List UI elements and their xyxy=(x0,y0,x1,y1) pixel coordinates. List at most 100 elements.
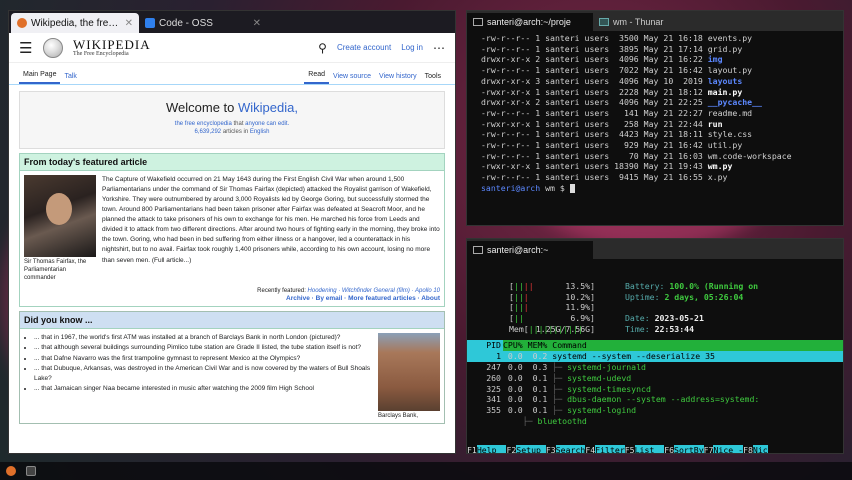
ls-line: drwxr-xr-x 2 santeri users 4096 May 21 1… xyxy=(481,54,829,65)
pid-column-header[interactable]: PID xyxy=(467,340,503,352)
menu-icon[interactable]: ☰ xyxy=(19,39,33,57)
function-key-label[interactable]: Search xyxy=(555,445,586,453)
terminal-icon xyxy=(473,246,483,254)
search-icon[interactable]: ⚲ xyxy=(318,41,327,55)
process-pid: 247 xyxy=(486,362,501,373)
function-key-label[interactable]: Filter xyxy=(595,445,625,453)
tab-thunar[interactable]: wm - Thunar xyxy=(593,13,719,31)
wiki-wordmark[interactable]: WIKIPEDIA The Free Encyclopedia xyxy=(73,38,151,57)
more-icon[interactable]: ⋯ xyxy=(433,41,445,55)
process-row[interactable]: ├─ bluetoothd xyxy=(467,416,843,427)
info-line: Time: 22:53:44 xyxy=(595,324,694,335)
close-icon[interactable]: ✕ xyxy=(125,18,133,29)
ls-meta: -rw-r--r-- 1 santeri users 9415 May 21 1… xyxy=(481,172,708,183)
meter-row: Mem[||||||||||| 1.25G/7.56G] Time: 22:53:4… xyxy=(467,324,843,335)
recently-label: Recently featured: xyxy=(257,288,308,295)
language-link[interactable]: English xyxy=(250,129,270,135)
tab-code-oss[interactable]: Code - OSS ✕ xyxy=(139,13,267,33)
process-pid: 355 xyxy=(486,404,501,415)
info-label: Date: xyxy=(625,313,655,324)
meter-row: [||| 10.2%] Uptime: 2 days, 05:26:04 xyxy=(467,292,843,303)
ls-meta: -rw-r--r-- 1 santeri users 3895 May 21 1… xyxy=(481,43,708,54)
wikipedia-logo[interactable] xyxy=(43,37,63,58)
process-pid: 341 xyxy=(486,394,501,405)
process-row[interactable]: 260 0.0 0.1 ├─ systemd-udevd xyxy=(467,373,843,384)
function-key-label[interactable]: Setup xyxy=(516,445,546,453)
tab-read[interactable]: Read xyxy=(304,71,330,84)
function-key-label[interactable]: Help xyxy=(476,445,507,453)
cpu-meter: [||| 10.2%] xyxy=(467,292,595,303)
function-key[interactable]: F2 xyxy=(506,445,517,453)
ls-line: -rw-r--r-- 1 santeri users 7022 May 21 1… xyxy=(481,65,829,76)
portrait-image[interactable] xyxy=(24,175,96,257)
function-key-label[interactable]: Nic xyxy=(752,445,768,453)
info-value: 22:53:44 xyxy=(654,323,695,334)
ls-meta: -rw-r--r-- 1 santeri users 4423 May 21 1… xyxy=(481,129,708,140)
tab-terminal[interactable]: santeri@arch:~/proje xyxy=(467,13,593,31)
building-image[interactable] xyxy=(378,333,440,412)
archive-links[interactable]: Archive · By email · More featured artic… xyxy=(24,295,440,302)
info-line: Date: 2023-05-21 xyxy=(595,313,704,324)
columns-header[interactable]: CPU% MEM% Command xyxy=(503,340,843,352)
process-row[interactable]: 247 0.0 0.3 ├─ systemd-journald xyxy=(467,362,843,373)
ls-line: -rwxr-xr-x 1 santeri users 18390 May 21 … xyxy=(481,161,829,172)
ls-output[interactable]: -rw-r--r-- 1 santeri users 3500 May 21 1… xyxy=(467,31,843,196)
process-row[interactable]: 325 0.0 0.1 ├─ systemd-timesyncd xyxy=(467,384,843,395)
function-key[interactable]: F5 xyxy=(624,445,635,453)
tab-view-history[interactable]: View history xyxy=(375,73,421,84)
shell-prompt[interactable]: santeri@arch wm $ xyxy=(481,183,829,194)
login-link[interactable]: Log in xyxy=(401,43,423,52)
taskbar xyxy=(0,462,852,480)
tab-talk[interactable]: Talk xyxy=(60,73,80,84)
wordmark-text: WIKIPEDIA xyxy=(73,37,151,52)
free-encyclopedia-link[interactable]: the free encyclopedia xyxy=(175,121,232,127)
featured-image[interactable]: Sir Thomas Fairfax, the Parliamentarian … xyxy=(24,175,96,282)
count-value[interactable]: 6,639,292 xyxy=(194,129,221,135)
process-tree: ├─ xyxy=(552,383,568,394)
process-row[interactable]: 355 0.0 0.1 ├─ systemd-logind xyxy=(467,405,843,416)
process-row[interactable]: 341 0.0 0.1 ├─ dbus-daemon --system --ad… xyxy=(467,394,843,405)
info-label: Uptime: xyxy=(625,291,665,302)
close-icon[interactable]: ✕ xyxy=(253,18,261,29)
anyone-can-edit-link[interactable]: anyone can edit. xyxy=(245,121,289,127)
tab-terminal[interactable]: santeri@arch:~ xyxy=(467,241,593,259)
tab-wikipedia[interactable]: Wikipedia, the free e ✕ xyxy=(11,13,139,33)
function-key-label[interactable]: List xyxy=(634,445,665,453)
function-key[interactable]: F6 xyxy=(664,445,675,453)
ls-meta: -rw-r--r-- 1 santeri users 141 May 21 22… xyxy=(481,107,708,118)
info-value: 2 days, 05:26:04 xyxy=(664,291,744,302)
recently-links[interactable]: Hoodening · Witchfinder General (film) ·… xyxy=(308,288,440,294)
process-table-header[interactable]: PID CPU% MEM% Command xyxy=(467,340,843,352)
terminal-icon xyxy=(473,18,483,26)
tab-view-source[interactable]: View source xyxy=(329,73,375,84)
process-pid xyxy=(467,416,503,427)
ls-filename: grid.py xyxy=(707,43,743,54)
ls-line: -rw-r--r-- 1 santeri users 929 May 21 16… xyxy=(481,140,829,151)
function-key-label[interactable]: Nice - xyxy=(713,445,744,453)
function-key-label[interactable]: SortBy xyxy=(674,445,704,453)
prompt-dir: wm $ xyxy=(540,182,570,193)
create-account-link[interactable]: Create account xyxy=(337,43,391,52)
meter-bar: || xyxy=(513,313,524,324)
file-manager-icon xyxy=(599,18,609,26)
welcome-link[interactable]: Wikipedia, xyxy=(238,100,298,115)
tab-tools[interactable]: Tools xyxy=(421,73,445,84)
function-key[interactable]: F8 xyxy=(743,445,753,453)
function-key[interactable]: F3 xyxy=(545,445,556,453)
function-key[interactable]: F1 xyxy=(467,445,477,453)
firefox-icon[interactable] xyxy=(6,466,16,476)
function-key[interactable]: F4 xyxy=(585,445,596,453)
htop-view[interactable]: [|||| 13.5%] Battery: 100.0% (Running on [|… xyxy=(467,259,843,453)
meter-value: 11.9%] xyxy=(565,302,595,313)
ls-meta: -rwxr-xr-x 1 santeri users 258 May 21 22… xyxy=(481,118,708,129)
dyk-image[interactable]: Barclays Bank, xyxy=(378,333,440,419)
process-command: systemd-logind xyxy=(567,404,637,415)
process-stats: 0.0 0.1 xyxy=(503,383,553,394)
terminal-icon[interactable] xyxy=(26,466,36,476)
process-command: systemd --system --deserialize 35 xyxy=(552,351,715,362)
function-key[interactable]: F7 xyxy=(703,445,714,453)
tab-main-page[interactable]: Main Page xyxy=(19,71,61,84)
process-tree: ├─ xyxy=(522,415,538,426)
ls-line: -rw-r--r-- 1 santeri users 141 May 21 22… xyxy=(481,108,829,119)
process-row[interactable]: 1 0.0 0.2 systemd --system --deserialize… xyxy=(467,351,843,363)
